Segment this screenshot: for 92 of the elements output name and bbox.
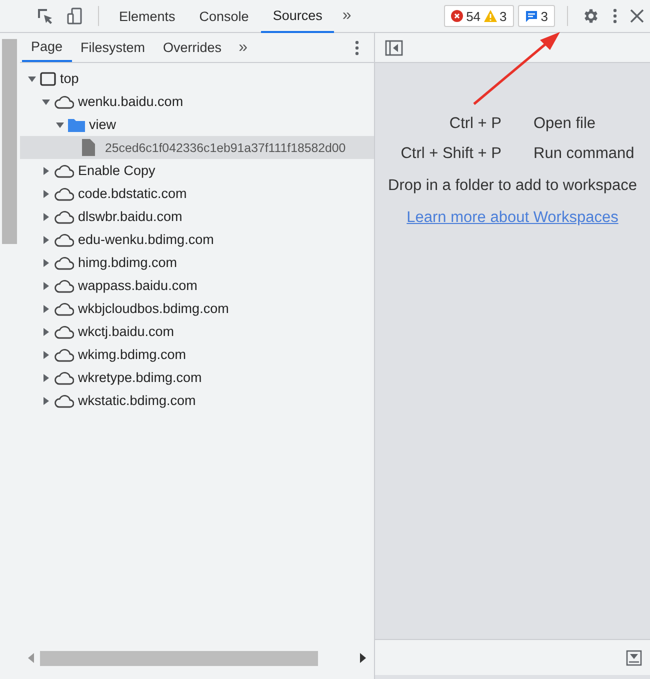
navigator-tab[interactable]: Filesystem	[72, 33, 154, 62]
panel-tab[interactable]: Console	[187, 0, 261, 32]
tree-item[interactable]: dlswbr.baidu.com	[20, 205, 374, 228]
tree-item[interactable]: wenku.baidu.com	[20, 90, 374, 113]
tree-item[interactable]: wkstatic.bdimg.com	[20, 389, 374, 412]
collapsed-arrow-icon[interactable]	[42, 212, 50, 220]
expanded-arrow-icon[interactable]	[28, 74, 36, 82]
console-drawer-icon[interactable]	[626, 650, 642, 666]
tree-item[interactable]: wkimg.bdimg.com	[20, 343, 374, 366]
close-icon[interactable]	[630, 9, 644, 23]
warning-icon	[484, 10, 497, 22]
tree-item[interactable]: top	[20, 67, 374, 90]
file-icon	[82, 139, 95, 156]
shortcut-keys: Ctrl + P	[400, 115, 502, 133]
cloud-icon	[54, 302, 74, 316]
collapsed-arrow-icon[interactable]	[42, 350, 50, 358]
collapsed-arrow-icon[interactable]	[42, 282, 50, 290]
tree-item[interactable]: 25ced6c1f042336c1eb91a37f111f18582d00	[20, 136, 374, 159]
tree-item[interactable]: wkbjcloudbos.bdimg.com	[20, 297, 374, 320]
panel-tab[interactable]: Sources	[260, 0, 334, 32]
messages-counter[interactable]: 3	[518, 5, 555, 27]
warning-count: 3	[500, 8, 507, 24]
collapsed-arrow-icon[interactable]	[42, 396, 50, 404]
message-icon	[524, 10, 538, 22]
tree-item[interactable]: edu-wenku.bdimg.com	[20, 228, 374, 251]
error-icon	[451, 10, 464, 22]
cloud-icon	[54, 210, 74, 224]
more-tabs-button[interactable]: »	[334, 7, 360, 25]
cloud-icon	[54, 370, 74, 384]
collapsed-arrow-icon[interactable]	[42, 304, 50, 312]
error-count: 54	[466, 8, 481, 24]
sidebar-toggle-icon[interactable]	[385, 40, 403, 56]
tree-label: wkretype.bdimg.com	[78, 370, 202, 385]
frame-icon	[40, 72, 56, 86]
tree-label: dlswbr.baidu.com	[78, 209, 182, 224]
scroll-right-icon[interactable]	[360, 653, 366, 663]
tree-item[interactable]: view	[20, 113, 374, 136]
tree-label: himg.bdimg.com	[78, 255, 178, 270]
collapsed-arrow-icon[interactable]	[42, 374, 50, 382]
collapsed-arrow-icon[interactable]	[42, 166, 50, 174]
tree-label: wkctj.baidu.com	[78, 324, 174, 339]
cloud-icon	[54, 94, 74, 108]
message-count: 3	[540, 8, 548, 24]
scroll-left-icon[interactable]	[28, 653, 34, 663]
tree-item[interactable]: wappass.baidu.com	[20, 274, 374, 297]
cloud-icon	[54, 278, 74, 292]
tree-label: top	[60, 71, 79, 86]
inspect-icon[interactable]	[36, 7, 54, 25]
tree-item[interactable]: wkctj.baidu.com	[20, 320, 374, 343]
tree-item[interactable]: Enable Copy	[20, 159, 374, 182]
tree-item[interactable]: code.bdstatic.com	[20, 182, 374, 205]
scrollbar-thumb[interactable]	[40, 650, 318, 666]
menu-icon[interactable]	[612, 8, 618, 24]
collapsed-arrow-icon[interactable]	[42, 236, 50, 244]
cloud-icon	[54, 232, 74, 246]
menu-icon[interactable]	[354, 40, 360, 56]
folder-icon	[68, 118, 85, 132]
cloud-icon	[54, 186, 74, 200]
tree-label: 25ced6c1f042336c1eb91a37f111f18582d00	[105, 140, 346, 154]
shortcut-keys: Ctrl + Shift + P	[400, 145, 502, 163]
tree-label: code.bdstatic.com	[78, 186, 187, 201]
collapsed-arrow-icon[interactable]	[42, 328, 50, 336]
collapsed-arrow-icon[interactable]	[42, 258, 50, 266]
shortcut-action: Run command	[534, 145, 634, 163]
tree-label: wenku.baidu.com	[78, 94, 184, 109]
more-tabs-button[interactable]: »	[230, 38, 256, 56]
tree-label: wappass.baidu.com	[78, 278, 198, 293]
shortcut-action: Open file	[534, 115, 597, 133]
tree-item[interactable]: himg.bdimg.com	[20, 251, 374, 274]
tree-label: wkimg.bdimg.com	[78, 347, 186, 362]
tree-item[interactable]: wkretype.bdimg.com	[20, 366, 374, 389]
tree-label: wkbjcloudbos.bdimg.com	[78, 301, 229, 316]
tree-label: Enable Copy	[78, 163, 156, 178]
cloud-icon	[54, 164, 74, 178]
collapsed-arrow-icon[interactable]	[42, 190, 50, 198]
expanded-arrow-icon[interactable]	[56, 120, 64, 128]
tree-label: view	[89, 117, 116, 132]
navigator-tab[interactable]: Overrides	[154, 33, 231, 62]
issues-counter[interactable]: 54 3	[444, 5, 514, 27]
panel-tab[interactable]: Elements	[107, 0, 188, 32]
settings-icon[interactable]	[582, 7, 600, 25]
expanded-arrow-icon[interactable]	[42, 98, 50, 106]
cloud-icon	[54, 256, 74, 270]
scrollbar-thumb[interactable]	[2, 39, 17, 244]
tree-label: edu-wenku.bdimg.com	[78, 232, 214, 247]
drop-hint: Drop in a folder to add to workspace	[388, 177, 637, 195]
cloud-icon	[54, 394, 74, 408]
tree-label: wkstatic.bdimg.com	[78, 393, 196, 408]
cloud-icon	[54, 324, 74, 338]
device-icon[interactable]	[66, 7, 84, 25]
cloud-icon	[54, 348, 74, 362]
navigator-tab[interactable]: Page	[22, 33, 72, 62]
